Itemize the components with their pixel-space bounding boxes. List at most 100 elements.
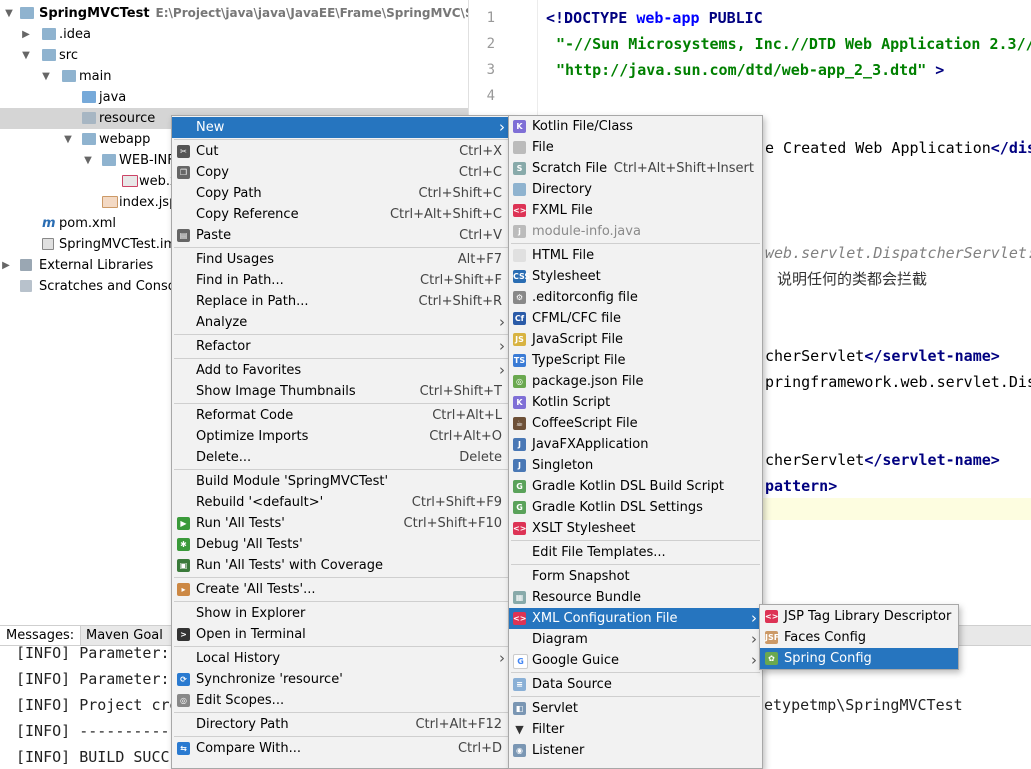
xml-menu-item-jsp-tag-library-descriptor[interactable]: <> JSP Tag Library Descriptor [760,606,958,627]
menu-separator [174,601,508,602]
menu-item-label: .editorconfig file [532,290,638,305]
new-menu-item-typescript-file[interactable]: TS TypeScript File [509,350,762,371]
new-menu-item-cfml-cfc-file[interactable]: Cf CFML/CFC file [509,308,762,329]
menu-item-rebuild-default[interactable]: Rebuild '<default>' Ctrl+Shift+F9 [172,492,510,513]
chevron-right-icon[interactable]: ▶ [20,24,32,45]
shortcut-hint: Ctrl+Shift+F10 [403,516,502,531]
new-menu-item-listener[interactable]: ◉ Listener [509,740,762,761]
new-menu-item-kotlin-file-class[interactable]: K Kotlin File/Class [509,116,762,137]
submenu-arrow-icon: › [499,118,505,136]
menu-item-optimize-imports[interactable]: Optimize Imports Ctrl+Alt+O [172,426,510,447]
new-menu-item-resource-bundle[interactable]: ▦ Resource Bundle [509,587,762,608]
menu-item-label: Run 'All Tests' with Coverage [196,558,383,573]
menu-item-directory-path[interactable]: Directory Path Ctrl+Alt+F12 [172,714,510,735]
new-menu-item-file[interactable]: File [509,137,762,158]
menu-item-analyze[interactable]: Analyze › [172,312,510,333]
tab-messages[interactable]: Messages: [0,626,82,645]
menu-item-label: XSLT Stylesheet [532,521,636,536]
tree-item-main[interactable]: ▼ main [0,66,468,87]
menu-item-show-image-thumbnails[interactable]: Show Image Thumbnails Ctrl+Shift+T [172,381,510,402]
chevron-right-icon[interactable]: ▶ [0,255,12,276]
menu-item-edit-scopes[interactable]: ◎ Edit Scopes... [172,690,510,711]
new-menu-item-gradle-kotlin-dsl-settings[interactable]: G Gradle Kotlin DSL Settings [509,497,762,518]
menu-item-find-usages[interactable]: Find Usages Alt+F7 [172,249,510,270]
new-menu-item-servlet[interactable]: ◧ Servlet [509,698,762,719]
new-menu-item-xml-configuration-file[interactable]: <> XML Configuration File › [509,608,762,629]
menu-item-label: Open in Terminal [196,627,306,642]
menu-item-cut[interactable]: ✂ Cut Ctrl+X [172,141,510,162]
new-menu-item-directory[interactable]: Directory [509,179,762,200]
tab-maven-goal[interactable]: Maven Goal [80,626,169,645]
run-icon: ▶ [177,517,190,530]
new-menu-item-editorconfig-file[interactable]: ⚙ .editorconfig file [509,287,762,308]
new-menu-item-html-file[interactable]: HTML File [509,245,762,266]
tree-item-idea[interactable]: ▶ .idea [0,24,468,45]
new-menu-item-package-json-file[interactable]: ◎ package.json File [509,371,762,392]
new-submenu: K Kotlin File/Class File S Scratch File Ctrl+… [508,115,763,769]
new-menu-item-filter[interactable]: ▼ Filter [509,719,762,740]
menu-item-delete[interactable]: Delete... Delete [172,447,510,468]
menu-item-copy-reference[interactable]: Copy Reference Ctrl+Alt+Shift+C [172,204,510,225]
new-menu-item-data-source[interactable]: ≡ Data Source [509,674,762,695]
menu-item-create-all-tests[interactable]: ▸ Create 'All Tests'... [172,579,510,600]
menu-item-label: Rebuild '<default>' [196,495,324,510]
new-menu-item-javascript-file[interactable]: JS JavaScript File [509,329,762,350]
new-menu-item-xslt-stylesheet[interactable]: <> XSLT Stylesheet [509,518,762,539]
editorconfig-icon: ⚙ [513,291,526,304]
menu-item-new[interactable]: New › [172,117,510,138]
new-menu-item-kotlin-script[interactable]: K Kotlin Script [509,392,762,413]
menu-item-label: Synchronize 'resource' [196,672,343,687]
tree-item-project[interactable]: ▼ SpringMVCTest E:\Project\java\java\Java… [0,3,468,24]
chevron-down-icon[interactable]: ▼ [20,45,32,66]
javafx-icon: J [513,438,526,451]
menu-item-synchronize-resource[interactable]: ⟳ Synchronize 'resource' [172,669,510,690]
menu-item-local-history[interactable]: Local History › [172,648,510,669]
menu-item-debug-all-tests[interactable]: ✱ Debug 'All Tests' [172,534,510,555]
chevron-down-icon[interactable]: ▼ [3,3,15,24]
shortcut-hint: Ctrl+Alt+L [432,408,502,423]
web-folder-icon [82,133,96,145]
menu-item-show-in-explorer[interactable]: Show in Explorer [172,603,510,624]
chevron-down-icon[interactable]: ▼ [62,129,74,150]
menu-item-run-all-tests-with-coverage[interactable]: ▣ Run 'All Tests' with Coverage [172,555,510,576]
xml-menu-item-faces-config[interactable]: JSF Faces Config [760,627,958,648]
chevron-down-icon[interactable]: ▼ [40,66,52,87]
menu-item-label: JSP Tag Library Descriptor [784,609,952,624]
new-menu-item-edit-file-templates[interactable]: Edit File Templates... [509,542,762,563]
menu-item-compare-with[interactable]: ⇆ Compare With... Ctrl+D [172,738,510,759]
menu-item-replace-in-path[interactable]: Replace in Path... Ctrl+Shift+R [172,291,510,312]
menu-item-run-all-tests[interactable]: ▶ Run 'All Tests' Ctrl+Shift+F10 [172,513,510,534]
tree-label-resource: resource [99,111,156,126]
chevron-down-icon[interactable]: ▼ [82,150,94,171]
shortcut-hint: Ctrl+Alt+O [429,429,502,444]
menu-item-refactor[interactable]: Refactor › [172,336,510,357]
menu-item-reformat-code[interactable]: Reformat Code Ctrl+Alt+L [172,405,510,426]
new-menu-item-stylesheet[interactable]: CSS Stylesheet [509,266,762,287]
menu-item-build-module-springmvctest[interactable]: Build Module 'SpringMVCTest' [172,471,510,492]
folder-icon [102,154,116,166]
menu-item-paste[interactable]: ▤ Paste Ctrl+V [172,225,510,246]
menu-item-open-in-terminal[interactable]: > Open in Terminal [172,624,510,645]
menu-separator [511,696,760,697]
new-menu-item-fxml-file[interactable]: <> FXML File [509,200,762,221]
menu-item-add-to-favorites[interactable]: Add to Favorites › [172,360,510,381]
menu-item-label: Listener [532,743,585,758]
new-menu-item-javafxapplication[interactable]: J JavaFXApplication [509,434,762,455]
new-menu-item-google-guice[interactable]: G Google Guice › [509,650,762,671]
servlet-name-text: cherServlet [765,451,865,469]
menu-item-copy-path[interactable]: Copy Path Ctrl+Shift+C [172,183,510,204]
new-menu-item-diagram[interactable]: Diagram › [509,629,762,650]
line-number: 3 [486,62,495,78]
new-menu-item-singleton[interactable]: J Singleton [509,455,762,476]
menu-item-find-in-path[interactable]: Find in Path... Ctrl+Shift+F [172,270,510,291]
new-menu-item-coffeescript-file[interactable]: ☕ CoffeeScript File [509,413,762,434]
compare-icon: ⇆ [177,742,190,755]
new-menu-item-gradle-kotlin-dsl-build-script[interactable]: G Gradle Kotlin DSL Build Script [509,476,762,497]
tree-item-src[interactable]: ▼ src [0,45,468,66]
tree-item-java[interactable]: java [0,87,468,108]
new-menu-item-scratch-file[interactable]: S Scratch File Ctrl+Alt+Shift+Insert [509,158,762,179]
xml-menu-item-spring-config[interactable]: ✿ Spring Config [760,648,958,669]
menu-item-copy[interactable]: ❐ Copy Ctrl+C [172,162,510,183]
code-servlet-class: pringframework.web.servlet.Dis [765,373,1031,391]
new-menu-item-form-snapshot[interactable]: Form Snapshot [509,566,762,587]
